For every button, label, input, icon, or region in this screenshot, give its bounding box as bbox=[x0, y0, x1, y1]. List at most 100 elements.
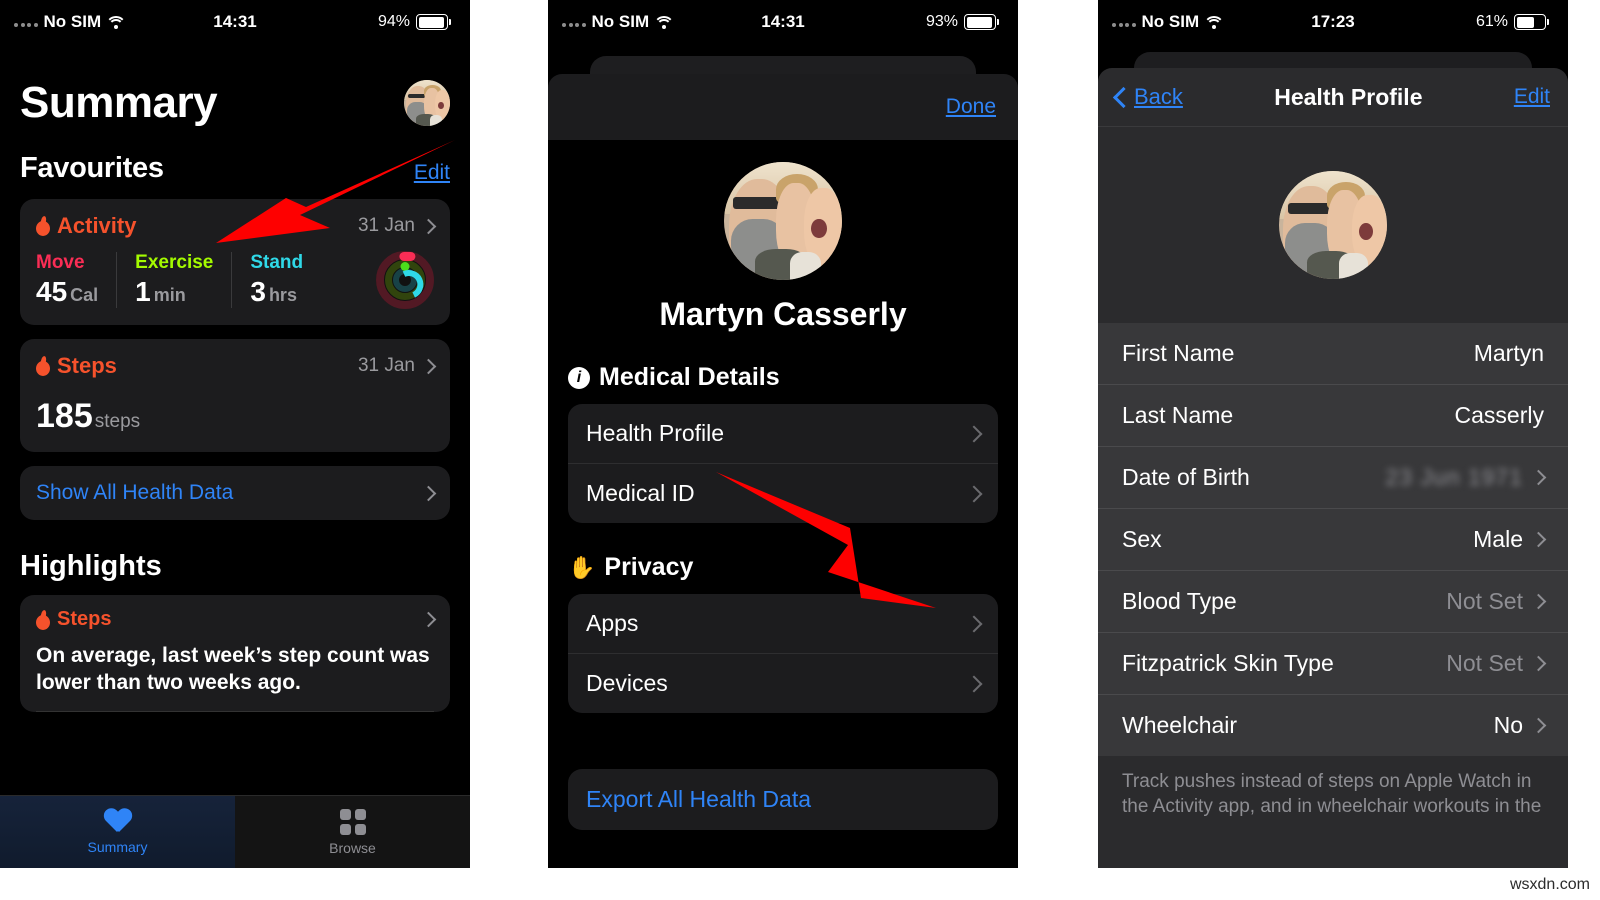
status-left: No SIM bbox=[562, 12, 675, 32]
row-sex[interactable]: Sex Male bbox=[1098, 508, 1568, 570]
status-left: No SIM bbox=[1112, 12, 1225, 32]
activity-rings-icon bbox=[376, 251, 434, 309]
metric-label: Exercise bbox=[135, 252, 214, 273]
row-blood-type[interactable]: Blood Type Not Set bbox=[1098, 570, 1568, 632]
nav-title: Health Profile bbox=[1274, 83, 1423, 110]
activity-card[interactable]: Activity 31 Jan Move 45 Cal Exercise 1 min bbox=[20, 199, 450, 325]
steps-unit: steps bbox=[94, 411, 141, 432]
menu-item-apps[interactable]: Apps bbox=[568, 594, 998, 653]
highlights-label: Highlights bbox=[20, 550, 162, 582]
row-label: Sex bbox=[1122, 526, 1162, 552]
menu-item-medical-id[interactable]: Medical ID bbox=[568, 463, 998, 523]
row-value: Casserly bbox=[1454, 402, 1544, 428]
steps-card[interactable]: Steps 31 Jan 185 steps bbox=[20, 339, 450, 452]
battery-icon bbox=[1514, 14, 1549, 30]
grid-icon bbox=[339, 808, 366, 835]
steps-title: Steps bbox=[57, 353, 117, 378]
carrier-label: No SIM bbox=[43, 12, 102, 31]
metric-stand: Stand 3 hrs bbox=[231, 252, 321, 308]
sheet-nav-bar: Done bbox=[548, 74, 1018, 140]
tab-browse[interactable]: Browse bbox=[235, 796, 470, 868]
screenshot-stage: No SIM 14:31 94% Summary Favourites Edit… bbox=[0, 0, 1600, 900]
tab-browse-label: Browse bbox=[329, 839, 376, 856]
battery-icon bbox=[416, 14, 451, 30]
done-button[interactable]: Done bbox=[946, 95, 996, 119]
metric-value: 1 min bbox=[135, 276, 213, 308]
row-value-group: Male bbox=[1473, 526, 1547, 553]
row-last-name[interactable]: Last Name Casserly bbox=[1098, 384, 1568, 446]
chevron-right-icon bbox=[965, 675, 983, 692]
metric-number: 1 bbox=[135, 276, 151, 307]
chevron-right-icon bbox=[420, 611, 437, 628]
health-profile-list: First Name Martyn Last Name Casserly Dat… bbox=[1098, 323, 1568, 756]
row-value: Not Set bbox=[1446, 588, 1523, 614]
row-value-group: No bbox=[1493, 712, 1547, 739]
menu-item-health-profile[interactable]: Health Profile bbox=[568, 404, 998, 463]
metric-label: Stand bbox=[250, 252, 304, 273]
chevron-right-icon bbox=[1530, 531, 1547, 548]
status-bar: No SIM 17:23 61% bbox=[1098, 0, 1568, 44]
medical-details-label: Medical Details bbox=[599, 363, 780, 391]
profile-avatar[interactable] bbox=[1279, 171, 1387, 279]
chevron-right-icon bbox=[1530, 717, 1547, 734]
avatar-photo bbox=[1279, 171, 1387, 279]
status-left: No SIM bbox=[14, 12, 127, 32]
flame-icon bbox=[36, 216, 50, 236]
back-label: Back bbox=[1134, 84, 1183, 109]
row-first-name[interactable]: First Name Martyn bbox=[1098, 323, 1568, 384]
show-all-health-data-button[interactable]: Show All Health Data bbox=[20, 466, 450, 520]
status-right: 61% bbox=[1475, 13, 1549, 31]
menu-item-label: Health Profile bbox=[586, 420, 725, 446]
highlight-title: Steps bbox=[57, 608, 112, 630]
row-value-group: 23 Jun 1971 bbox=[1385, 464, 1547, 491]
activity-title-group: Activity bbox=[36, 213, 136, 239]
chevron-right-icon bbox=[1530, 593, 1547, 610]
battery-percent: 61% bbox=[1475, 13, 1508, 30]
row-date-of-birth[interactable]: Date of Birth 23 Jun 1971 bbox=[1098, 446, 1568, 508]
profile-sheet: Done Martyn Casserly i Medical Details H… bbox=[548, 74, 1018, 868]
privacy-group: Apps Devices bbox=[568, 594, 998, 713]
profile-avatar-button[interactable] bbox=[404, 80, 450, 126]
nav-bar: Back Health Profile Edit bbox=[1098, 68, 1568, 127]
watermark: wsxdn.com bbox=[1509, 876, 1590, 893]
row-value-group: Not Set bbox=[1446, 588, 1547, 615]
chevron-right-icon bbox=[420, 218, 437, 234]
highlight-title-group: Steps bbox=[36, 608, 111, 631]
steps-number: 185 bbox=[36, 397, 93, 435]
row-wheelchair[interactable]: Wheelchair No bbox=[1098, 694, 1568, 756]
privacy-label: Privacy bbox=[604, 553, 694, 581]
flame-icon bbox=[36, 356, 50, 376]
row-value: Not Set bbox=[1446, 650, 1523, 676]
wheelchair-footer-text: Track pushes instead of steps on Apple W… bbox=[1098, 756, 1568, 820]
medical-details-heading: i Medical Details bbox=[568, 363, 998, 392]
activity-title: Activity bbox=[57, 213, 137, 238]
row-label: Wheelchair bbox=[1122, 712, 1238, 738]
edit-button[interactable]: Edit bbox=[1514, 85, 1550, 109]
favourites-header: Favourites Edit bbox=[20, 152, 450, 185]
tab-summary[interactable]: Summary bbox=[0, 796, 235, 868]
back-button[interactable]: Back bbox=[1112, 84, 1183, 110]
flame-icon bbox=[36, 610, 50, 630]
row-fitzpatrick-skin-type[interactable]: Fitzpatrick Skin Type Not Set bbox=[1098, 632, 1568, 694]
highlight-card[interactable]: Steps On average, last week’s step count… bbox=[20, 595, 450, 712]
phone-panel-summary: No SIM 14:31 94% Summary Favourites Edit… bbox=[0, 0, 470, 868]
metric-label: Move bbox=[36, 252, 85, 273]
summary-title-row: Summary bbox=[20, 80, 450, 126]
metric-move: Move 45 Cal bbox=[36, 252, 116, 308]
wifi-icon bbox=[1203, 15, 1225, 29]
chevron-right-icon bbox=[965, 485, 983, 502]
row-label: Date of Birth bbox=[1122, 464, 1250, 490]
export-health-data-button[interactable]: Export All Health Data bbox=[568, 769, 998, 830]
profile-name: Martyn Casserly bbox=[659, 296, 907, 332]
menu-item-devices[interactable]: Devices bbox=[568, 653, 998, 713]
chevron-right-icon bbox=[420, 485, 437, 501]
metric-value: 45 Cal bbox=[36, 276, 98, 308]
row-value: No bbox=[1493, 712, 1523, 738]
status-bar: No SIM 14:31 93% bbox=[548, 0, 1018, 44]
profile-avatar[interactable] bbox=[724, 162, 842, 280]
menu-item-label: Medical ID bbox=[586, 480, 695, 506]
steps-value: 185 steps bbox=[36, 397, 434, 436]
row-value-group: Not Set bbox=[1446, 650, 1547, 677]
edit-favourites-link[interactable]: Edit bbox=[414, 161, 450, 185]
activity-card-header: Activity 31 Jan bbox=[36, 213, 437, 239]
